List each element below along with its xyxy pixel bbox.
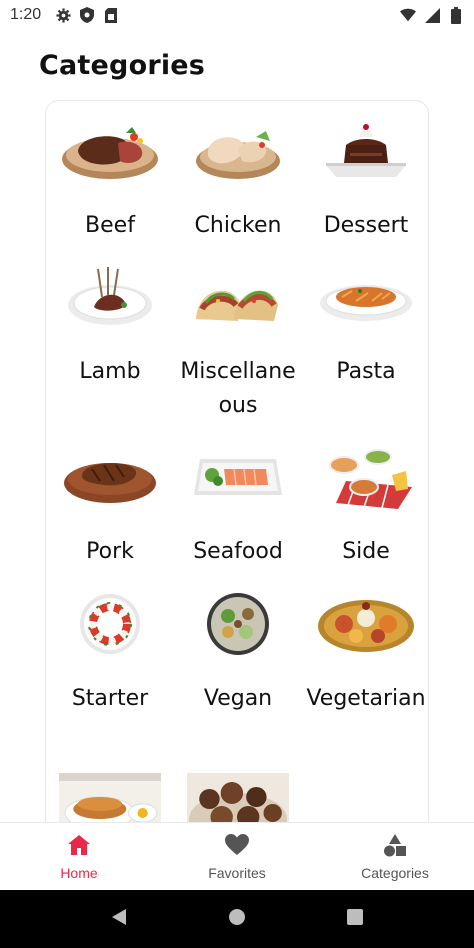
home-icon (66, 833, 92, 861)
beef-image (62, 127, 158, 179)
status-bar: 1:20 (0, 0, 474, 30)
category-label: Seafood (193, 539, 283, 564)
wifi-icon (400, 7, 416, 23)
seafood-image (194, 459, 282, 495)
status-icons-left (55, 7, 119, 23)
heart-icon (224, 833, 250, 861)
category-label: Starter (71, 686, 149, 711)
category-tile-vegan[interactable]: Vegan (174, 588, 302, 716)
category-label: Beef (85, 213, 135, 238)
pasta-image (320, 285, 412, 321)
category-tile-pasta[interactable]: Pasta (302, 261, 428, 389)
nav-favorites[interactable]: Favorites (158, 823, 316, 890)
shapes-icon (382, 833, 408, 861)
nav-label: Home (60, 864, 98, 881)
nav-label: Favorites (208, 864, 266, 881)
nav-label: Categories (361, 864, 429, 881)
category-tile-dessert[interactable]: Dessert (302, 115, 428, 243)
home-button-icon[interactable] (227, 907, 247, 931)
recents-icon[interactable] (345, 907, 365, 931)
bottom-navigation: Home Favorites Categories (0, 822, 474, 890)
signal-icon (424, 7, 440, 23)
status-icons-right (400, 6, 464, 24)
category-tile-side[interactable]: Side (302, 441, 428, 569)
category-tile-beef[interactable]: Beef (46, 115, 174, 243)
category-label: Dessert (323, 213, 409, 238)
category-label: Chicken (194, 213, 282, 238)
chicken-image (196, 131, 280, 179)
vegetarian-image (318, 600, 414, 652)
side-image (329, 449, 412, 509)
sim-card-icon (103, 7, 119, 23)
pork-image (64, 463, 156, 503)
category-tile-pork[interactable]: Pork (46, 441, 174, 569)
category-tile-lamb[interactable]: Lamb (46, 261, 174, 389)
vegan-image (207, 593, 269, 655)
category-label: Vegetarian (306, 686, 426, 711)
battery-icon (448, 6, 464, 24)
category-tile-miscellaneous[interactable]: Miscellaneous (174, 261, 302, 423)
status-time: 1:20 (10, 6, 42, 23)
category-label: Vegan (203, 686, 273, 711)
category-label: Pasta (336, 359, 396, 384)
nav-categories[interactable]: Categories (316, 823, 474, 890)
system-navigation-bar (0, 890, 474, 948)
dessert-image (326, 124, 406, 177)
starter-image (80, 594, 140, 654)
category-tile-seafood[interactable]: Seafood (174, 441, 302, 569)
gear-icon (55, 7, 71, 23)
category-label: Lamb (79, 359, 141, 384)
page-title: Categories (39, 50, 206, 81)
categories-card: Beef Chicken Dessert Lamb Miscellaneous … (45, 100, 429, 860)
category-tile-chicken[interactable]: Chicken (174, 115, 302, 243)
category-tile-vegetarian[interactable]: Vegetarian (302, 588, 428, 716)
category-label: Pork (86, 539, 134, 564)
shield-icon (79, 7, 95, 23)
lamb-image (68, 267, 152, 325)
miscellaneous-image (196, 290, 278, 321)
category-label: Miscellaneous (180, 359, 296, 418)
category-label: Side (342, 539, 390, 564)
nav-home[interactable]: Home (0, 823, 158, 890)
category-tile-starter[interactable]: Starter (46, 588, 174, 716)
back-icon[interactable] (109, 907, 129, 931)
